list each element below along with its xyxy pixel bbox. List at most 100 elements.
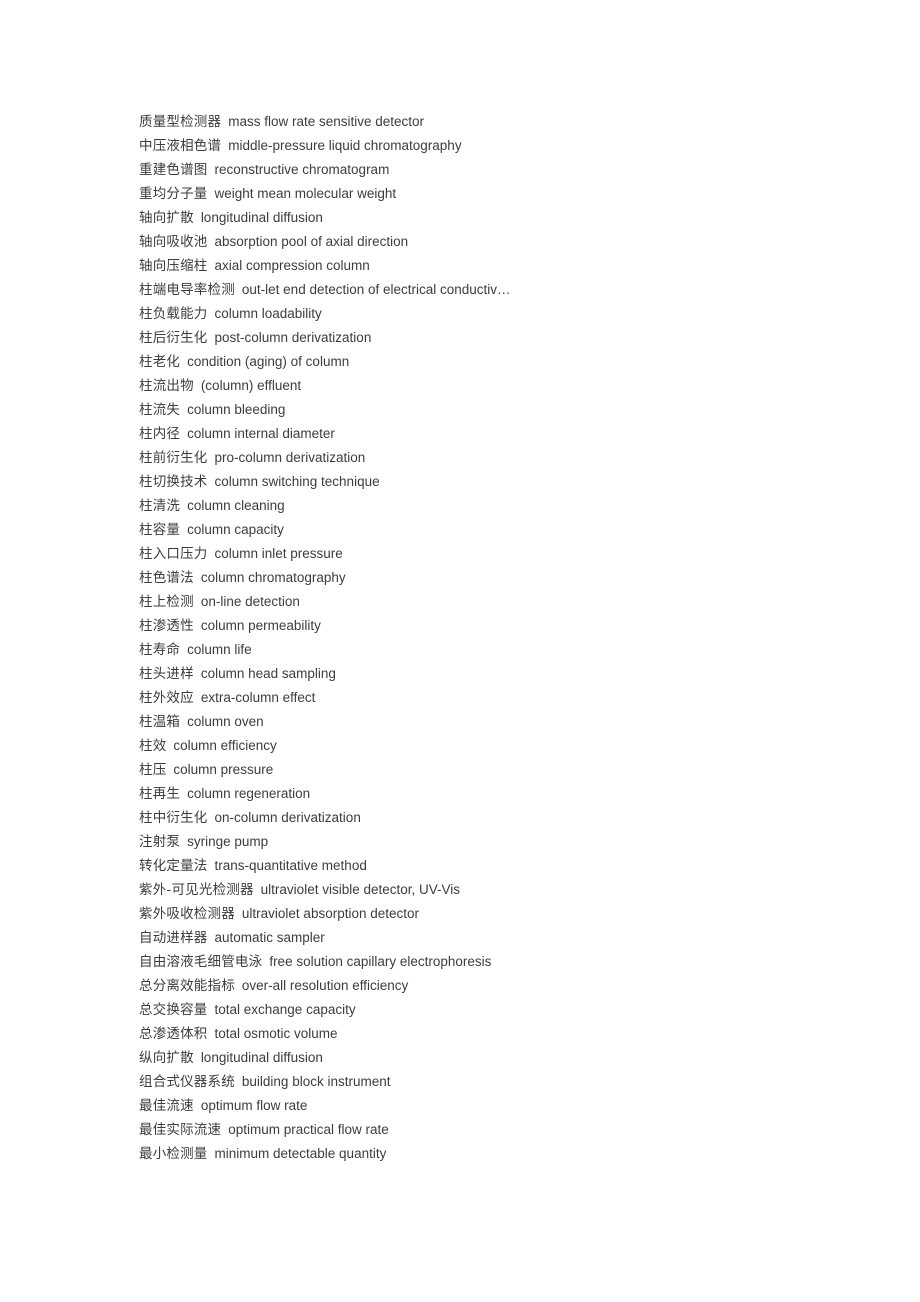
glossary-entry: 轴向吸收池 absorption pool of axial direction xyxy=(139,230,839,254)
glossary-entry: 柱寿命 column life xyxy=(139,638,839,662)
term-english: column head sampling xyxy=(200,666,336,681)
term-english: total osmotic volume xyxy=(214,1026,338,1041)
term-chinese: 组合式仪器系统 xyxy=(139,1074,235,1090)
term-chinese: 最佳流速 xyxy=(139,1098,194,1114)
term-chinese: 柱效 xyxy=(139,738,167,754)
glossary-entry: 柱切换技术 column switching technique xyxy=(139,470,839,494)
term-chinese: 质量型检测器 xyxy=(139,114,222,130)
glossary-entry: 注射泵 syringe pump xyxy=(139,830,839,854)
glossary-entry: 自由溶液毛细管电泳 free solution capillary electro… xyxy=(139,950,839,974)
term-chinese: 柱负载能力 xyxy=(139,306,208,322)
glossary-list: 质量型检测器 mass flow rate sensitive detector 中… xyxy=(139,110,839,1166)
glossary-entry: 轴向扩散 longitudinal diffusion xyxy=(139,206,839,230)
term-english: (column) effluent xyxy=(200,378,302,393)
term-english: over-all resolution efficiency xyxy=(241,978,409,993)
term-chinese: 柱流出物 xyxy=(139,378,194,394)
term-chinese: 柱压 xyxy=(139,762,167,778)
term-english: pro-column derivatization xyxy=(214,450,366,465)
term-chinese: 自动进样器 xyxy=(139,930,208,946)
glossary-entry: 最小检测量 minimum detectable quantity xyxy=(139,1142,839,1166)
glossary-entry: 柱内径 column internal diameter xyxy=(139,422,839,446)
term-english: column bleeding xyxy=(187,402,286,417)
glossary-entry: 总交换容量 total exchange capacity xyxy=(139,998,839,1022)
glossary-entry: 柱外效应 extra-column effect xyxy=(139,686,839,710)
term-english: ultraviolet absorption detector xyxy=(241,906,420,921)
term-chinese: 柱渗透性 xyxy=(139,618,194,634)
glossary-entry: 柱效 column efficiency xyxy=(139,734,839,758)
term-chinese: 纵向扩散 xyxy=(139,1050,194,1066)
term-chinese: 轴向吸收池 xyxy=(139,234,208,250)
glossary-entry: 转化定量法 trans-quantitative method xyxy=(139,854,839,878)
glossary-entry: 总分离效能指标 over-all resolution efficiency xyxy=(139,974,839,998)
term-chinese: 柱上检测 xyxy=(139,594,194,610)
term-chinese: 最小检测量 xyxy=(139,1146,208,1162)
term-english: column efficiency xyxy=(173,738,277,753)
term-chinese: 转化定量法 xyxy=(139,858,208,874)
glossary-entry: 总渗透体积 total osmotic volume xyxy=(139,1022,839,1046)
glossary-entry: 柱老化 condition (aging) of column xyxy=(139,350,839,374)
term-chinese: 柱后衍生化 xyxy=(139,330,208,346)
term-english: column permeability xyxy=(200,618,321,633)
glossary-entry: 中压液相色谱 middle-pressure liquid chromatogra… xyxy=(139,134,839,158)
term-english: ultraviolet visible detector, UV-Vis xyxy=(260,882,461,897)
term-chinese: 总交换容量 xyxy=(139,1002,208,1018)
term-english: weight mean molecular weight xyxy=(214,186,397,201)
term-english: column loadability xyxy=(214,306,322,321)
term-english: axial compression column xyxy=(214,258,370,273)
term-chinese: 柱流失 xyxy=(139,402,181,418)
glossary-entry: 柱入口压力 column inlet pressure xyxy=(139,542,839,566)
term-english: total exchange capacity xyxy=(214,1002,356,1017)
term-english: column switching technique xyxy=(214,474,380,489)
document-page: 质量型检测器 mass flow rate sensitive detector 中… xyxy=(0,0,920,1302)
glossary-entry: 柱容量 column capacity xyxy=(139,518,839,542)
glossary-entry: 柱前衍生化 pro-column derivatization xyxy=(139,446,839,470)
term-english: middle-pressure liquid chromatography xyxy=(228,138,462,153)
glossary-entry: 柱流失 column bleeding xyxy=(139,398,839,422)
term-english: column cleaning xyxy=(187,498,285,513)
term-english: reconstructive chromatogram xyxy=(214,162,390,177)
term-english: trans-quantitative method xyxy=(214,858,367,873)
term-chinese: 柱再生 xyxy=(139,786,181,802)
glossary-entry: 柱中衍生化 on-column derivatization xyxy=(139,806,839,830)
term-chinese: 柱清洗 xyxy=(139,498,181,514)
term-chinese: 中压液相色谱 xyxy=(139,138,222,154)
term-chinese: 柱外效应 xyxy=(139,690,194,706)
term-english: minimum detectable quantity xyxy=(214,1146,387,1161)
term-chinese: 柱切换技术 xyxy=(139,474,208,490)
term-chinese: 注射泵 xyxy=(139,834,181,850)
term-chinese: 柱前衍生化 xyxy=(139,450,208,466)
glossary-entry: 质量型检测器 mass flow rate sensitive detector xyxy=(139,110,839,134)
term-english: mass flow rate sensitive detector xyxy=(228,114,425,129)
glossary-entry: 柱再生 column regeneration xyxy=(139,782,839,806)
term-english: longitudinal diffusion xyxy=(200,210,323,225)
glossary-entry: 柱压 column pressure xyxy=(139,758,839,782)
term-english: column pressure xyxy=(173,762,274,777)
term-english: automatic sampler xyxy=(214,930,325,945)
term-chinese: 柱端电导率检测 xyxy=(139,282,235,298)
glossary-entry: 紫外-可见光检测器 ultraviolet visible detector, U… xyxy=(139,878,839,902)
term-chinese: 柱内径 xyxy=(139,426,181,442)
term-chinese: 柱容量 xyxy=(139,522,181,538)
glossary-entry: 柱端电导率检测 out-let end detection of electric… xyxy=(139,278,839,302)
term-chinese: 柱老化 xyxy=(139,354,181,370)
term-english: extra-column effect xyxy=(200,690,316,705)
term-english: free solution capillary electrophoresis xyxy=(269,954,492,969)
term-chinese: 总分离效能指标 xyxy=(139,978,235,994)
glossary-entry: 轴向压缩柱 axial compression column xyxy=(139,254,839,278)
glossary-entry: 柱温箱 column oven xyxy=(139,710,839,734)
term-english: post-column derivatization xyxy=(214,330,372,345)
term-english: longitudinal diffusion xyxy=(200,1050,323,1065)
glossary-entry: 组合式仪器系统 building block instrument xyxy=(139,1070,839,1094)
glossary-entry: 最佳实际流速 optimum practical flow rate xyxy=(139,1118,839,1142)
glossary-entry: 纵向扩散 longitudinal diffusion xyxy=(139,1046,839,1070)
term-english: column internal diameter xyxy=(187,426,335,441)
glossary-entry: 柱负载能力 column loadability xyxy=(139,302,839,326)
term-english: column inlet pressure xyxy=(214,546,343,561)
glossary-entry: 最佳流速 optimum flow rate xyxy=(139,1094,839,1118)
term-chinese: 柱头进样 xyxy=(139,666,194,682)
term-english: optimum practical flow rate xyxy=(228,1122,389,1137)
term-chinese: 重建色谱图 xyxy=(139,162,208,178)
glossary-entry: 柱流出物 (column) effluent xyxy=(139,374,839,398)
term-chinese: 柱色谱法 xyxy=(139,570,194,586)
term-english: column chromatography xyxy=(200,570,346,585)
